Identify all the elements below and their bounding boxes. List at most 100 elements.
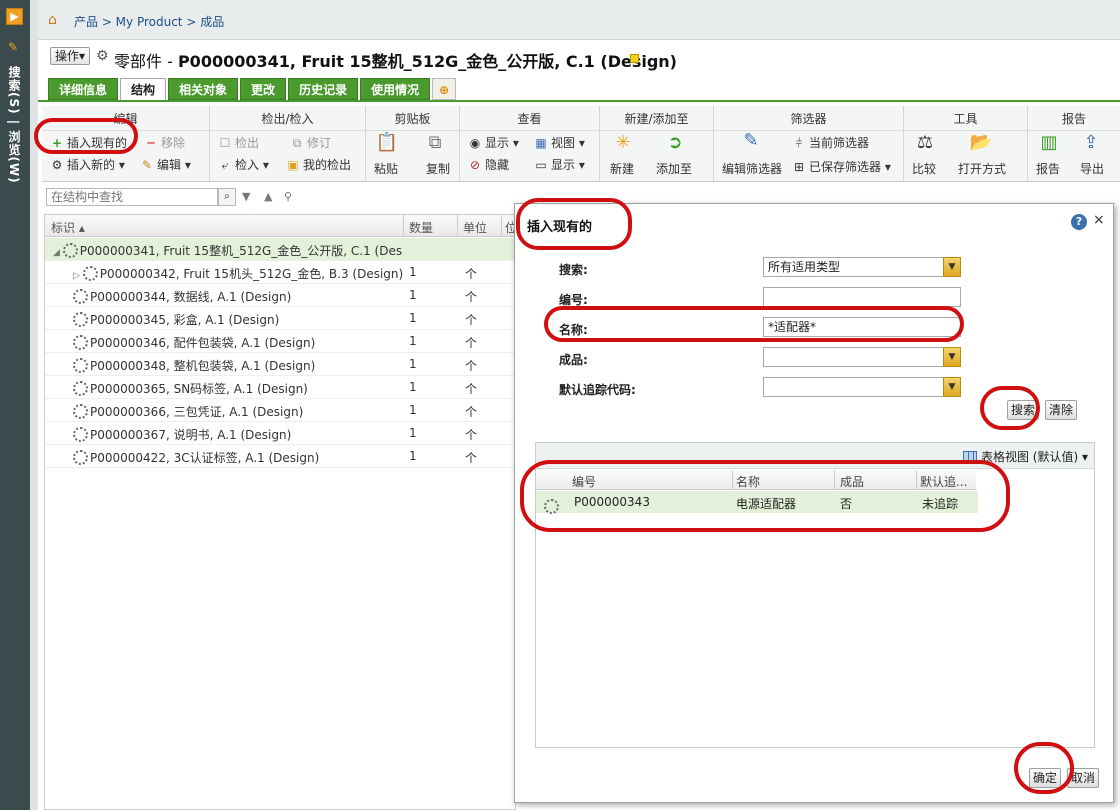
export-button[interactable]: 导出 <box>1080 160 1104 177</box>
report-button[interactable]: 报告 <box>1036 160 1060 177</box>
tab-structure[interactable]: 结构 <box>120 78 167 100</box>
quantity-cell: 1 <box>409 449 417 463</box>
unit-cell: 个 <box>465 313 478 327</box>
part-gear-icon <box>73 289 88 304</box>
tab-details[interactable]: 详细信息 <box>48 78 119 100</box>
edit-filter-button[interactable]: 编辑筛选器 <box>722 160 782 177</box>
chevron-down-icon[interactable]: ▼ <box>943 377 961 397</box>
paste-button[interactable]: 粘贴 <box>374 160 398 177</box>
copy-icon[interactable]: ⧉ <box>422 132 448 154</box>
chevron-down-icon[interactable]: ▼ <box>943 347 961 367</box>
column-header-qty[interactable]: 数量 <box>409 219 433 236</box>
column-header-unit[interactable]: 单位 <box>463 219 487 236</box>
table-row[interactable]: P000000422, 3C认证标签, A.1 (Design) 1 个 <box>45 445 517 468</box>
checkout-label: 检出 <box>235 136 260 150</box>
revise-icon: ⧉ <box>292 136 302 150</box>
filter-funnel-icon[interactable]: ▼ <box>242 190 250 203</box>
revise-label: 修订 <box>307 136 332 150</box>
current-filter-button[interactable]: ⫩ 当前筛选器 <box>792 134 869 151</box>
tab-usage[interactable]: 使用情况 <box>360 78 431 100</box>
unit-cell: 个 <box>465 267 478 281</box>
sort-up-icon[interactable]: ▲ <box>264 190 272 203</box>
close-icon[interactable]: × <box>1093 212 1105 228</box>
my-checkouts-button[interactable]: ▣ 我的检出 <box>286 156 351 173</box>
table-row[interactable]: P000000366, 三包凭证, A.1 (Design) 1 个 <box>45 399 517 422</box>
edit-filter-icon[interactable]: ✎ <box>738 130 764 152</box>
ribbon-group-checkout: 检出/检入 ☐ 检出 ⧉ 修订 ⤶ 检入 ▾ ▣ 我的检出 <box>210 106 366 182</box>
search-type-select[interactable]: 所有适用类型 <box>763 257 961 277</box>
saved-filter-button[interactable]: ⊞ 已保存筛选器 ▾ <box>792 158 891 175</box>
checkout-button[interactable]: ☐ 检出 <box>218 134 259 151</box>
hide-button[interactable]: ⊘ 隐藏 <box>468 156 509 173</box>
quantity-cell: 1 <box>409 380 417 394</box>
tree-node-label: P000000365, SN码标签, A.1 (Design) <box>73 380 403 397</box>
tree-search-input[interactable] <box>46 188 218 206</box>
copy-button[interactable]: 复制 <box>426 160 450 177</box>
table-row[interactable]: P000000346, 配件包装袋, A.1 (Design) 1 个 <box>45 330 517 353</box>
find-icon[interactable]: ⚲ <box>284 190 292 203</box>
pin-icon[interactable]: ✎ <box>8 40 18 54</box>
ribbon-group-title: 工具 <box>904 110 1027 131</box>
tab-related-objects[interactable]: 相关对象 <box>168 78 239 100</box>
add-tab-icon[interactable]: ⊕ <box>432 78 457 100</box>
column-header-id[interactable]: 标识 ▴ <box>51 219 85 236</box>
revise-button[interactable]: ⧉ 修订 <box>290 134 331 151</box>
annotation-result-row <box>520 460 1010 532</box>
checkin-label: 检入 <box>235 158 260 172</box>
search-browse-label[interactable]: 搜索(S) | 浏览(W) <box>6 66 23 184</box>
product-select[interactable] <box>763 347 961 367</box>
table-row[interactable]: P000000344, 数据线, A.1 (Design) 1 个 <box>45 284 517 307</box>
new-sparkle-icon[interactable]: ✳ <box>610 132 636 154</box>
display-icon: ▭ <box>535 158 547 172</box>
tree-node-text: P000000341, Fruit 15整机_512G_金色_公开版, C.1 … <box>79 244 403 258</box>
tree-node-text: P000000348, 整机包装袋, A.1 (Design) <box>90 359 316 373</box>
home-icon[interactable]: ⌂ <box>48 12 57 28</box>
tab-changes[interactable]: 更改 <box>240 78 287 100</box>
breadcrumb[interactable]: 产品 > My Product > 成品 <box>74 13 224 30</box>
trace-code-select[interactable] <box>763 377 961 397</box>
table-row[interactable]: P000000365, SN码标签, A.1 (Design) 1 个 <box>45 376 517 399</box>
table-row[interactable]: ▷ P000000342, Fruit 15机头_512G_金色, B.3 (D… <box>45 261 517 284</box>
expand-nav-icon[interactable]: ▶ <box>6 8 23 25</box>
export-icon[interactable]: ⇪ <box>1078 132 1104 154</box>
help-icon[interactable]: ? <box>1071 214 1087 230</box>
chevron-down-icon[interactable]: ▼ <box>943 257 961 277</box>
add-to-button[interactable]: 添加至 <box>656 160 692 177</box>
table-row[interactable]: P000000345, 彩盒, A.1 (Design) 1 个 <box>45 307 517 330</box>
compare-icon[interactable]: ⚖ <box>912 132 938 154</box>
view-label: 视图 <box>551 136 576 150</box>
insert-new-button[interactable]: ⚙ 插入新的 ▾ <box>50 156 125 173</box>
add-to-icon[interactable]: ➲ <box>662 132 688 154</box>
number-field[interactable] <box>763 287 961 307</box>
clear-button[interactable]: 清除 <box>1045 400 1078 420</box>
report-chart-icon[interactable]: ▥ <box>1036 132 1062 154</box>
display-button[interactable]: ▭ 显示 ▾ <box>534 156 585 173</box>
new-button[interactable]: 新建 <box>610 160 634 177</box>
edit-button[interactable]: ✎ 编辑 ▾ <box>140 156 191 173</box>
open-with-button[interactable]: 打开方式 <box>958 160 1006 177</box>
remove-button[interactable]: ━ 移除 <box>144 134 185 151</box>
view-button[interactable]: ▦ 视图 ▾ <box>534 134 585 151</box>
ribbon-group-title: 剪贴板 <box>366 110 459 131</box>
part-gear-icon <box>62 243 78 258</box>
open-folder-icon[interactable]: 📂 <box>968 132 994 154</box>
table-row[interactable]: ◢ P000000341, Fruit 15整机_512G_金色_公开版, C.… <box>45 238 517 261</box>
quantity-cell: 1 <box>409 288 417 302</box>
paste-icon[interactable]: 📋 <box>374 132 400 154</box>
checkin-button[interactable]: ⤶ 检入 ▾ <box>218 156 269 173</box>
binoculars-icon[interactable]: ⌕ <box>218 188 236 206</box>
expand-toggle-icon[interactable]: ◢ <box>53 248 63 258</box>
compare-button[interactable]: 比较 <box>912 160 936 177</box>
tab-bar: 详细信息 结构 相关对象 更改 历史记录 使用情况 ⊕ <box>48 78 458 100</box>
display-label: 显示 <box>551 158 576 172</box>
tab-history[interactable]: 历史记录 <box>288 78 359 100</box>
my-checkouts-label: 我的检出 <box>303 158 352 172</box>
expand-toggle-icon[interactable]: ▷ <box>73 271 83 281</box>
actions-menu-button[interactable]: 操作▾ <box>50 47 91 65</box>
trace-code-label: 默认追踪代码: <box>559 383 636 397</box>
table-row[interactable]: P000000348, 整机包装袋, A.1 (Design) 1 个 <box>45 353 517 376</box>
folder-icon: ▣ <box>287 158 299 172</box>
show-button[interactable]: ◉ 显示 ▾ <box>468 134 519 151</box>
tree-node-text: P000000344, 数据线, A.1 (Design) <box>90 290 292 304</box>
table-row[interactable]: P000000367, 说明书, A.1 (Design) 1 个 <box>45 422 517 445</box>
